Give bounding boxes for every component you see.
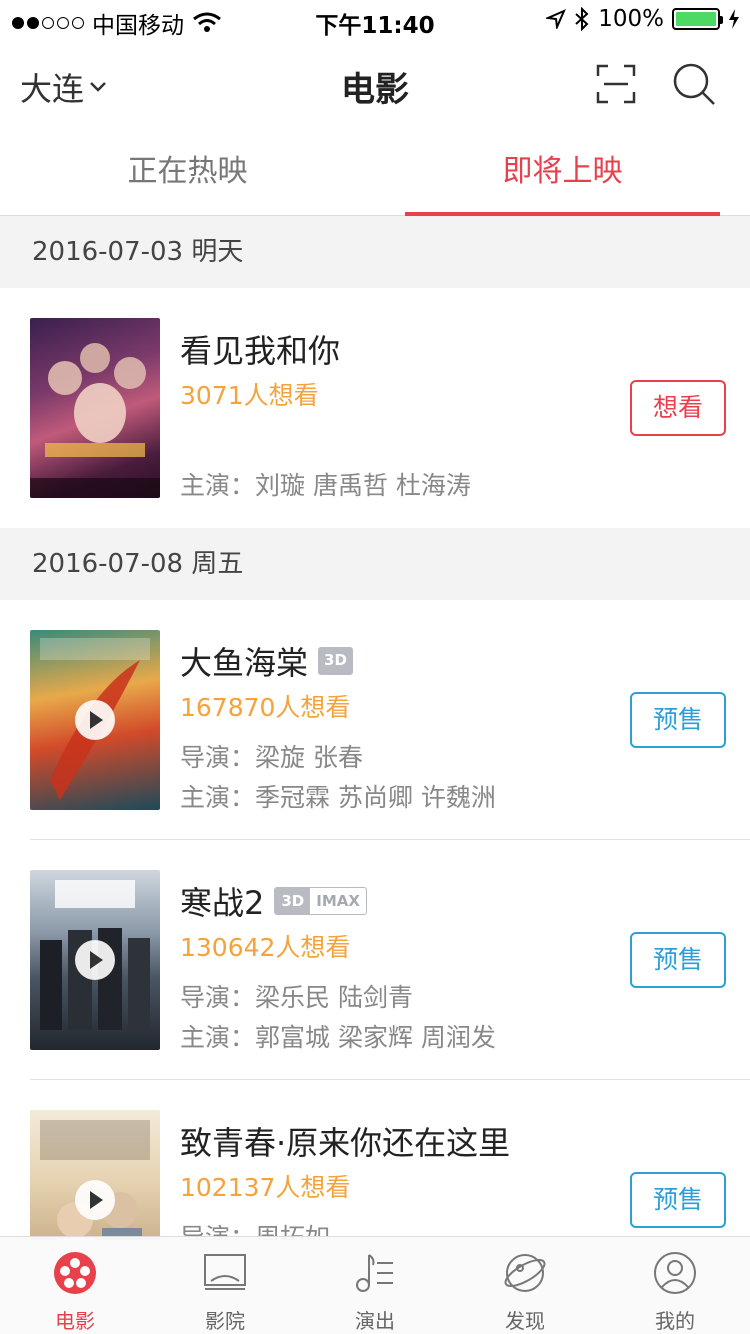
tabbar-item-profile[interactable]: 我的: [600, 1237, 750, 1334]
movie-poster[interactable]: [30, 870, 160, 1050]
battery-percent: 100%: [598, 6, 664, 32]
play-trailer-icon[interactable]: [75, 940, 115, 980]
cast: 主演：郭富城 梁家辉 周润发: [180, 1023, 496, 1052]
location-arrow-icon: [546, 9, 567, 29]
tabbar-item-cinemas[interactable]: 影院: [150, 1237, 300, 1334]
format-badge: 3D IMAX: [274, 887, 367, 915]
movie-poster[interactable]: [30, 630, 160, 810]
battery-icon: [672, 8, 723, 30]
movie-title-row: 寒战2 3D IMAX: [180, 878, 367, 924]
movie-title: 看见我和你: [180, 332, 341, 370]
status-bar: 中国移动 下午11:40 100%: [0, 0, 750, 40]
scan-icon[interactable]: [596, 64, 636, 104]
want-count: 3071人想看: [180, 381, 319, 410]
user-icon: [654, 1252, 696, 1294]
movie-title-row: 致青春·原来你还在这里: [180, 1118, 510, 1164]
charging-icon: [729, 9, 739, 29]
presale-button[interactable]: 预售: [630, 1172, 726, 1228]
play-trailer-icon[interactable]: [75, 1180, 115, 1220]
director: 导演：梁乐民 陆剑青: [180, 983, 413, 1012]
movie-title: 大鱼海棠: [180, 644, 309, 682]
tabbar-item-shows[interactable]: 演出: [300, 1237, 450, 1334]
movie-title-row: 看见我和你: [180, 326, 340, 372]
tabbar-item-discover[interactable]: 发现: [450, 1237, 600, 1334]
tabbar-label: 发现: [505, 1309, 545, 1333]
bottom-tab-bar: 电影 影院 演出 发现 我的: [0, 1236, 750, 1334]
nav-bar: 大连 电影: [0, 40, 750, 128]
date-header: 2016-07-08 周五: [0, 528, 750, 600]
tabbar-label: 影院: [205, 1309, 245, 1333]
want-count: 130642人想看: [180, 933, 351, 962]
movie-title-row: 大鱼海棠 3D: [180, 638, 353, 684]
format-badge: 3D: [318, 647, 353, 675]
movie-title: 寒战2: [180, 884, 265, 922]
play-trailer-icon[interactable]: [75, 700, 115, 740]
movie-item[interactable]: 寒战2 3D IMAX 130642人想看 导演：梁乐民 陆剑青 主演：郭富城 …: [0, 840, 750, 1080]
want-count: 167870人想看: [180, 693, 351, 722]
tabbar-label: 我的: [655, 1309, 695, 1333]
presale-button[interactable]: 预售: [630, 692, 726, 748]
director: 导演：梁旋 张春: [180, 743, 363, 772]
tab-now-showing[interactable]: 正在热映: [30, 128, 345, 216]
tab-coming-soon[interactable]: 即将上映: [405, 128, 720, 216]
poster-art: [30, 343, 160, 498]
film-reel-icon: [54, 1252, 96, 1294]
want-count: 102137人想看: [180, 1173, 351, 1202]
presale-button[interactable]: 预售: [630, 932, 726, 988]
format-badge-3d: 3D: [275, 888, 311, 914]
status-right: 100%: [546, 6, 740, 32]
movie-item[interactable]: 致青春·原来你还在这里 102137人想看 导演：周拓如 预售: [0, 1080, 750, 1240]
music-note-icon: [356, 1254, 393, 1292]
movie-poster[interactable]: [30, 1110, 160, 1240]
cinema-screen-icon: [204, 1254, 246, 1290]
want-button[interactable]: 想看: [630, 380, 726, 436]
poster-art: [40, 1120, 150, 1240]
movie-item[interactable]: 大鱼海棠 3D 167870人想看 导演：梁旋 张春 主演：季冠霖 苏尚卿 许魏…: [0, 600, 750, 840]
tabbar-label: 电影: [55, 1309, 95, 1333]
movie-poster[interactable]: [30, 318, 160, 498]
movie-title: 致青春·原来你还在这里: [180, 1124, 511, 1162]
format-badge-imax: IMAX: [316, 892, 360, 910]
bluetooth-icon: [575, 7, 589, 31]
movie-tabs: 正在热映 即将上映: [0, 128, 750, 216]
search-icon[interactable]: [672, 62, 716, 106]
tabbar-label: 演出: [355, 1309, 395, 1333]
planet-icon: [504, 1254, 546, 1292]
tabbar-item-movies[interactable]: 电影: [0, 1237, 150, 1334]
cast: 主演：刘璇 唐禹哲 杜海涛: [180, 471, 471, 500]
date-header: 2016-07-03 明天: [0, 216, 750, 288]
page-title: 电影: [341, 70, 409, 110]
movie-item[interactable]: 看见我和你 3071人想看 主演：刘璇 唐禹哲 杜海涛 想看: [0, 288, 750, 528]
cast: 主演：季冠霖 苏尚卿 许魏洲: [180, 783, 496, 812]
